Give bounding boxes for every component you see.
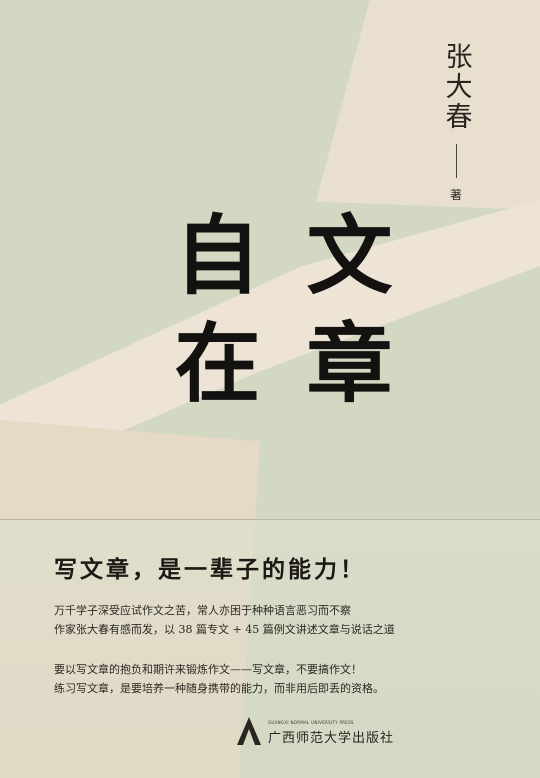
author-role: 著	[449, 188, 462, 202]
publisher-chinese: 广西师范大学出版社	[268, 731, 395, 746]
description-line: 要以写文章的抱负和期许来锻炼作文——写文章，不要搞作文！	[54, 663, 362, 676]
publisher-text: GUANGXI NORMAL UNIVERSITY PRESS 广西师范大学出版…	[268, 720, 394, 746]
author-dash	[455, 144, 457, 178]
author-block: 张大春 著	[436, 42, 476, 203]
title-column-right: 文章	[291, 210, 392, 426]
publisher-logo-icon	[237, 717, 261, 745]
description-line: 万千学子深受应试作文之苦，常人亦困于种种语言恶习而不察	[54, 604, 351, 617]
description-paragraph-2: 要以写文章的抱负和期许来锻炼作文——写文章，不要搞作文！ 练习写文章，是要培养一…	[54, 660, 494, 698]
title-column-left: 自在	[159, 210, 260, 426]
description-line: 练习写文章，是要培养一种随身携带的能力，而非用后即丢的资格。	[54, 682, 384, 695]
description-paragraph-1: 万千学子深受应试作文之苦，常人亦困于种种语言恶习而不察 作家张大春有感而发，以 …	[54, 601, 494, 639]
description-line: 作家张大春有感而发，以 38 篇专文 + 45 篇例文讲述文章与说话之道	[54, 623, 395, 636]
publisher: GUANGXI NORMAL UNIVERSITY PRESS 广西师范大学出版…	[236, 716, 394, 746]
author-name: 张大春	[440, 42, 472, 132]
publisher-english: GUANGXI NORMAL UNIVERSITY PRESS	[268, 720, 354, 725]
book-cover: 张大春 著 文章 自在 写文章，是一辈子的能力！ 万千学子深受应试作文之苦，常人…	[0, 0, 540, 778]
divider-line	[0, 519, 540, 520]
top-right-panel	[316, 0, 540, 210]
headline: 写文章，是一辈子的能力！	[54, 556, 366, 583]
